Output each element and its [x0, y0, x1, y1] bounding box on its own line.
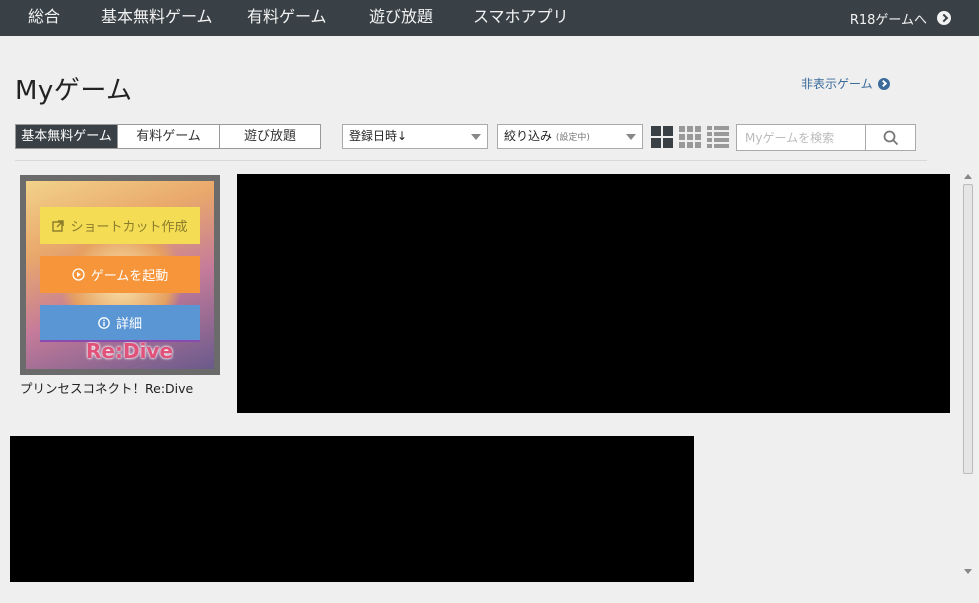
launch-game-button[interactable]: ゲームを起動	[40, 256, 200, 293]
hidden-games-label: 非表示ゲーム	[801, 77, 873, 91]
search-icon	[883, 130, 898, 145]
page-title: Myゲーム	[15, 76, 133, 106]
scrollbar-thumb[interactable]	[963, 184, 973, 474]
game-title[interactable]: プリンセスコネクト！Re:Dive	[20, 378, 193, 397]
search-input[interactable]	[737, 125, 865, 150]
caret-down-icon	[626, 134, 636, 140]
sort-select-value: 登録日時↓	[349, 129, 408, 143]
category-tabs: 基本無料ゲーム 有料ゲーム 遊び放題	[15, 124, 321, 149]
launch-game-button-label: ゲームを起動	[90, 269, 169, 284]
nav-item-overall[interactable]: 総合	[28, 0, 60, 36]
game-thumbnail: Re:Dive ショートカット作成 ゲームを起動 詳細	[26, 181, 214, 369]
game-logo-text: Re:Dive	[86, 339, 174, 363]
scroll-up-arrow-icon[interactable]	[964, 174, 972, 179]
scroll-down-arrow-icon[interactable]	[964, 569, 972, 574]
shortcut-button[interactable]: ショートカット作成	[40, 207, 200, 244]
hidden-games-link[interactable]: 非表示ゲーム	[801, 75, 890, 92]
list-view-icon[interactable]	[707, 126, 729, 148]
shortcut-button-label: ショートカット作成	[70, 220, 188, 235]
page: 総合 基本無料ゲーム 有料ゲーム 遊び放題 スマホアプリ R18ゲームへ Myゲ…	[0, 0, 979, 603]
search-box	[736, 124, 916, 151]
sort-select[interactable]: 登録日時↓	[342, 124, 488, 149]
search-button[interactable]	[865, 125, 915, 150]
caret-down-icon	[471, 134, 481, 140]
tab-paid-games[interactable]: 有料ゲーム	[118, 125, 220, 148]
ad-banner	[237, 174, 950, 413]
nav-item-unlimited[interactable]: 遊び放題	[369, 0, 433, 36]
arrow-right-circle-icon	[877, 77, 890, 90]
small-grid-view-icon[interactable]	[679, 126, 701, 148]
r18-link[interactable]: R18ゲームへ	[850, 0, 951, 36]
large-grid-view-icon[interactable]	[651, 126, 673, 148]
arrow-right-circle-icon	[937, 11, 951, 25]
external-link-icon	[52, 219, 65, 232]
play-circle-icon	[72, 268, 85, 281]
ad-banner	[10, 436, 694, 582]
info-icon	[98, 316, 110, 329]
r18-link-label: R18ゲームへ	[849, 12, 927, 28]
nav-item-paid-games[interactable]: 有料ゲーム	[247, 0, 327, 36]
tab-free-games[interactable]: 基本無料ゲーム	[16, 125, 118, 148]
filter-select-status: (設定中)	[555, 133, 590, 143]
top-nav: 総合 基本無料ゲーム 有料ゲーム 遊び放題 スマホアプリ R18ゲームへ	[0, 0, 979, 36]
divider	[15, 160, 927, 161]
tab-unlimited[interactable]: 遊び放題	[220, 125, 320, 148]
nav-item-smartphone-apps[interactable]: スマホアプリ	[473, 0, 569, 36]
detail-button[interactable]: 詳細	[40, 305, 200, 342]
detail-button-label: 詳細	[115, 317, 142, 332]
game-card[interactable]: Re:Dive ショートカット作成 ゲームを起動 詳細	[20, 175, 220, 375]
scrollbar[interactable]	[961, 170, 975, 578]
filter-select[interactable]: 絞り込み (設定中)	[497, 124, 643, 149]
nav-item-free-games[interactable]: 基本無料ゲーム	[101, 0, 213, 36]
filter-select-value: 絞り込み	[504, 129, 553, 143]
